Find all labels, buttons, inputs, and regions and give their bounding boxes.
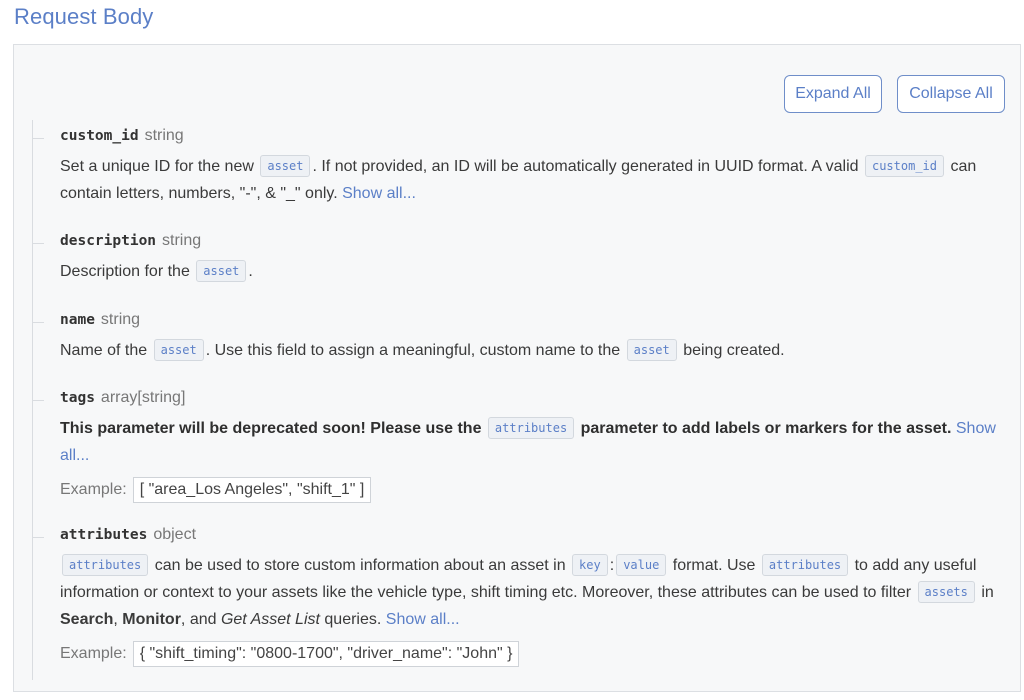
param-type: object xyxy=(153,526,197,543)
desc-text: , and xyxy=(180,611,221,628)
param-header: attributes object xyxy=(60,524,1010,546)
bold-text: Monitor xyxy=(122,611,181,628)
code-chip: attributes xyxy=(761,554,849,576)
param-name: custom_id xyxy=(60,128,139,144)
param-header: custom_id string xyxy=(60,125,1010,147)
param-type: string xyxy=(144,127,184,144)
param-name: description xyxy=(60,233,157,249)
param-name: name xyxy=(60,312,95,328)
toolbar: Expand All Collapse All xyxy=(784,75,1005,113)
code-chip: assets xyxy=(917,581,975,603)
code-chip: attributes xyxy=(487,417,575,439)
example-row: Example: { "shift_timing": "0800-1700", "… xyxy=(60,641,1010,667)
code-chip: attributes xyxy=(62,554,149,576)
param-tags: tags array[string] This parameter will be… xyxy=(32,387,1010,503)
param-type: string xyxy=(162,232,202,249)
tree-tick xyxy=(32,400,44,401)
show-all-link[interactable]: Show all... xyxy=(386,611,460,628)
param-name: attributes xyxy=(60,527,148,543)
desc-text: in xyxy=(976,584,994,601)
param-description-field: description string Description for the as… xyxy=(32,230,1010,285)
desc-text: Description for the xyxy=(60,263,195,280)
show-all-link[interactable]: Show all... xyxy=(342,185,416,202)
desc-text: This parameter will be deprecated soon! … xyxy=(60,420,486,437)
desc-text: . If not provided, an ID will be automat… xyxy=(312,158,863,175)
example-label: Example: xyxy=(60,645,127,662)
tree-tick xyxy=(32,243,44,244)
example-value: { "shift_timing": "0800-1700", "driver_n… xyxy=(132,641,520,667)
expand-all-button[interactable]: Expand All xyxy=(784,75,882,113)
code-chip: key xyxy=(572,554,608,576)
param-type: string xyxy=(100,311,141,328)
desc-text: queries. xyxy=(319,611,386,628)
tree-tick xyxy=(32,322,44,323)
tree-tick xyxy=(32,138,44,139)
code-chip: asset xyxy=(196,260,247,282)
desc-text: : xyxy=(609,557,615,574)
param-description: This parameter will be deprecated soon! … xyxy=(60,415,1010,469)
code-chip: asset xyxy=(626,339,677,361)
tree-tick xyxy=(32,537,44,538)
desc-text: . Use this field to assign a meaningful,… xyxy=(205,342,625,359)
desc-text: format. Use xyxy=(668,557,760,574)
param-header: name string xyxy=(60,309,1010,331)
collapse-all-button[interactable]: Collapse All xyxy=(897,75,1005,113)
bold-text: Search xyxy=(60,611,114,628)
param-header: description string xyxy=(60,230,1010,252)
param-description: Name of the asset. Use this field to ass… xyxy=(60,337,1010,364)
request-body-panel: Expand All Collapse All custom_id string … xyxy=(13,44,1021,692)
param-header: tags array[string] xyxy=(60,387,1010,409)
desc-text: , xyxy=(113,611,123,628)
desc-text: can be used to store custom information … xyxy=(150,557,571,574)
example-row: Example: [ "area_Los Angeles", "shift_1" … xyxy=(60,477,1010,503)
italic-text: Get Asset List xyxy=(220,611,320,628)
desc-text: . xyxy=(248,263,253,280)
param-attributes: attributes object attributes can be used … xyxy=(32,524,1010,667)
param-description: Description for the asset. xyxy=(60,258,1010,285)
param-description: attributes can be used to store custom i… xyxy=(60,552,1010,633)
param-custom-id: custom_id string Set a unique ID for the … xyxy=(32,125,1010,207)
desc-text: parameter to add labels or markers for t… xyxy=(576,420,956,437)
code-chip: custom_id xyxy=(864,155,944,177)
code-chip: asset xyxy=(260,155,311,177)
desc-text: Name of the xyxy=(60,342,152,359)
param-description: Set a unique ID for the new asset. If no… xyxy=(60,153,1010,207)
code-chip: asset xyxy=(153,339,204,361)
param-name-field: name string Name of the asset. Use this f… xyxy=(32,309,1010,364)
param-type: array[string] xyxy=(100,389,186,406)
code-chip: value xyxy=(616,554,667,576)
example-label: Example: xyxy=(60,481,127,498)
section-title: Request Body xyxy=(14,4,154,29)
desc-text: being created. xyxy=(678,342,785,359)
desc-text: Set a unique ID for the new xyxy=(60,158,259,175)
param-name: tags xyxy=(60,390,95,406)
example-value: [ "area_Los Angeles", "shift_1" ] xyxy=(132,477,372,503)
